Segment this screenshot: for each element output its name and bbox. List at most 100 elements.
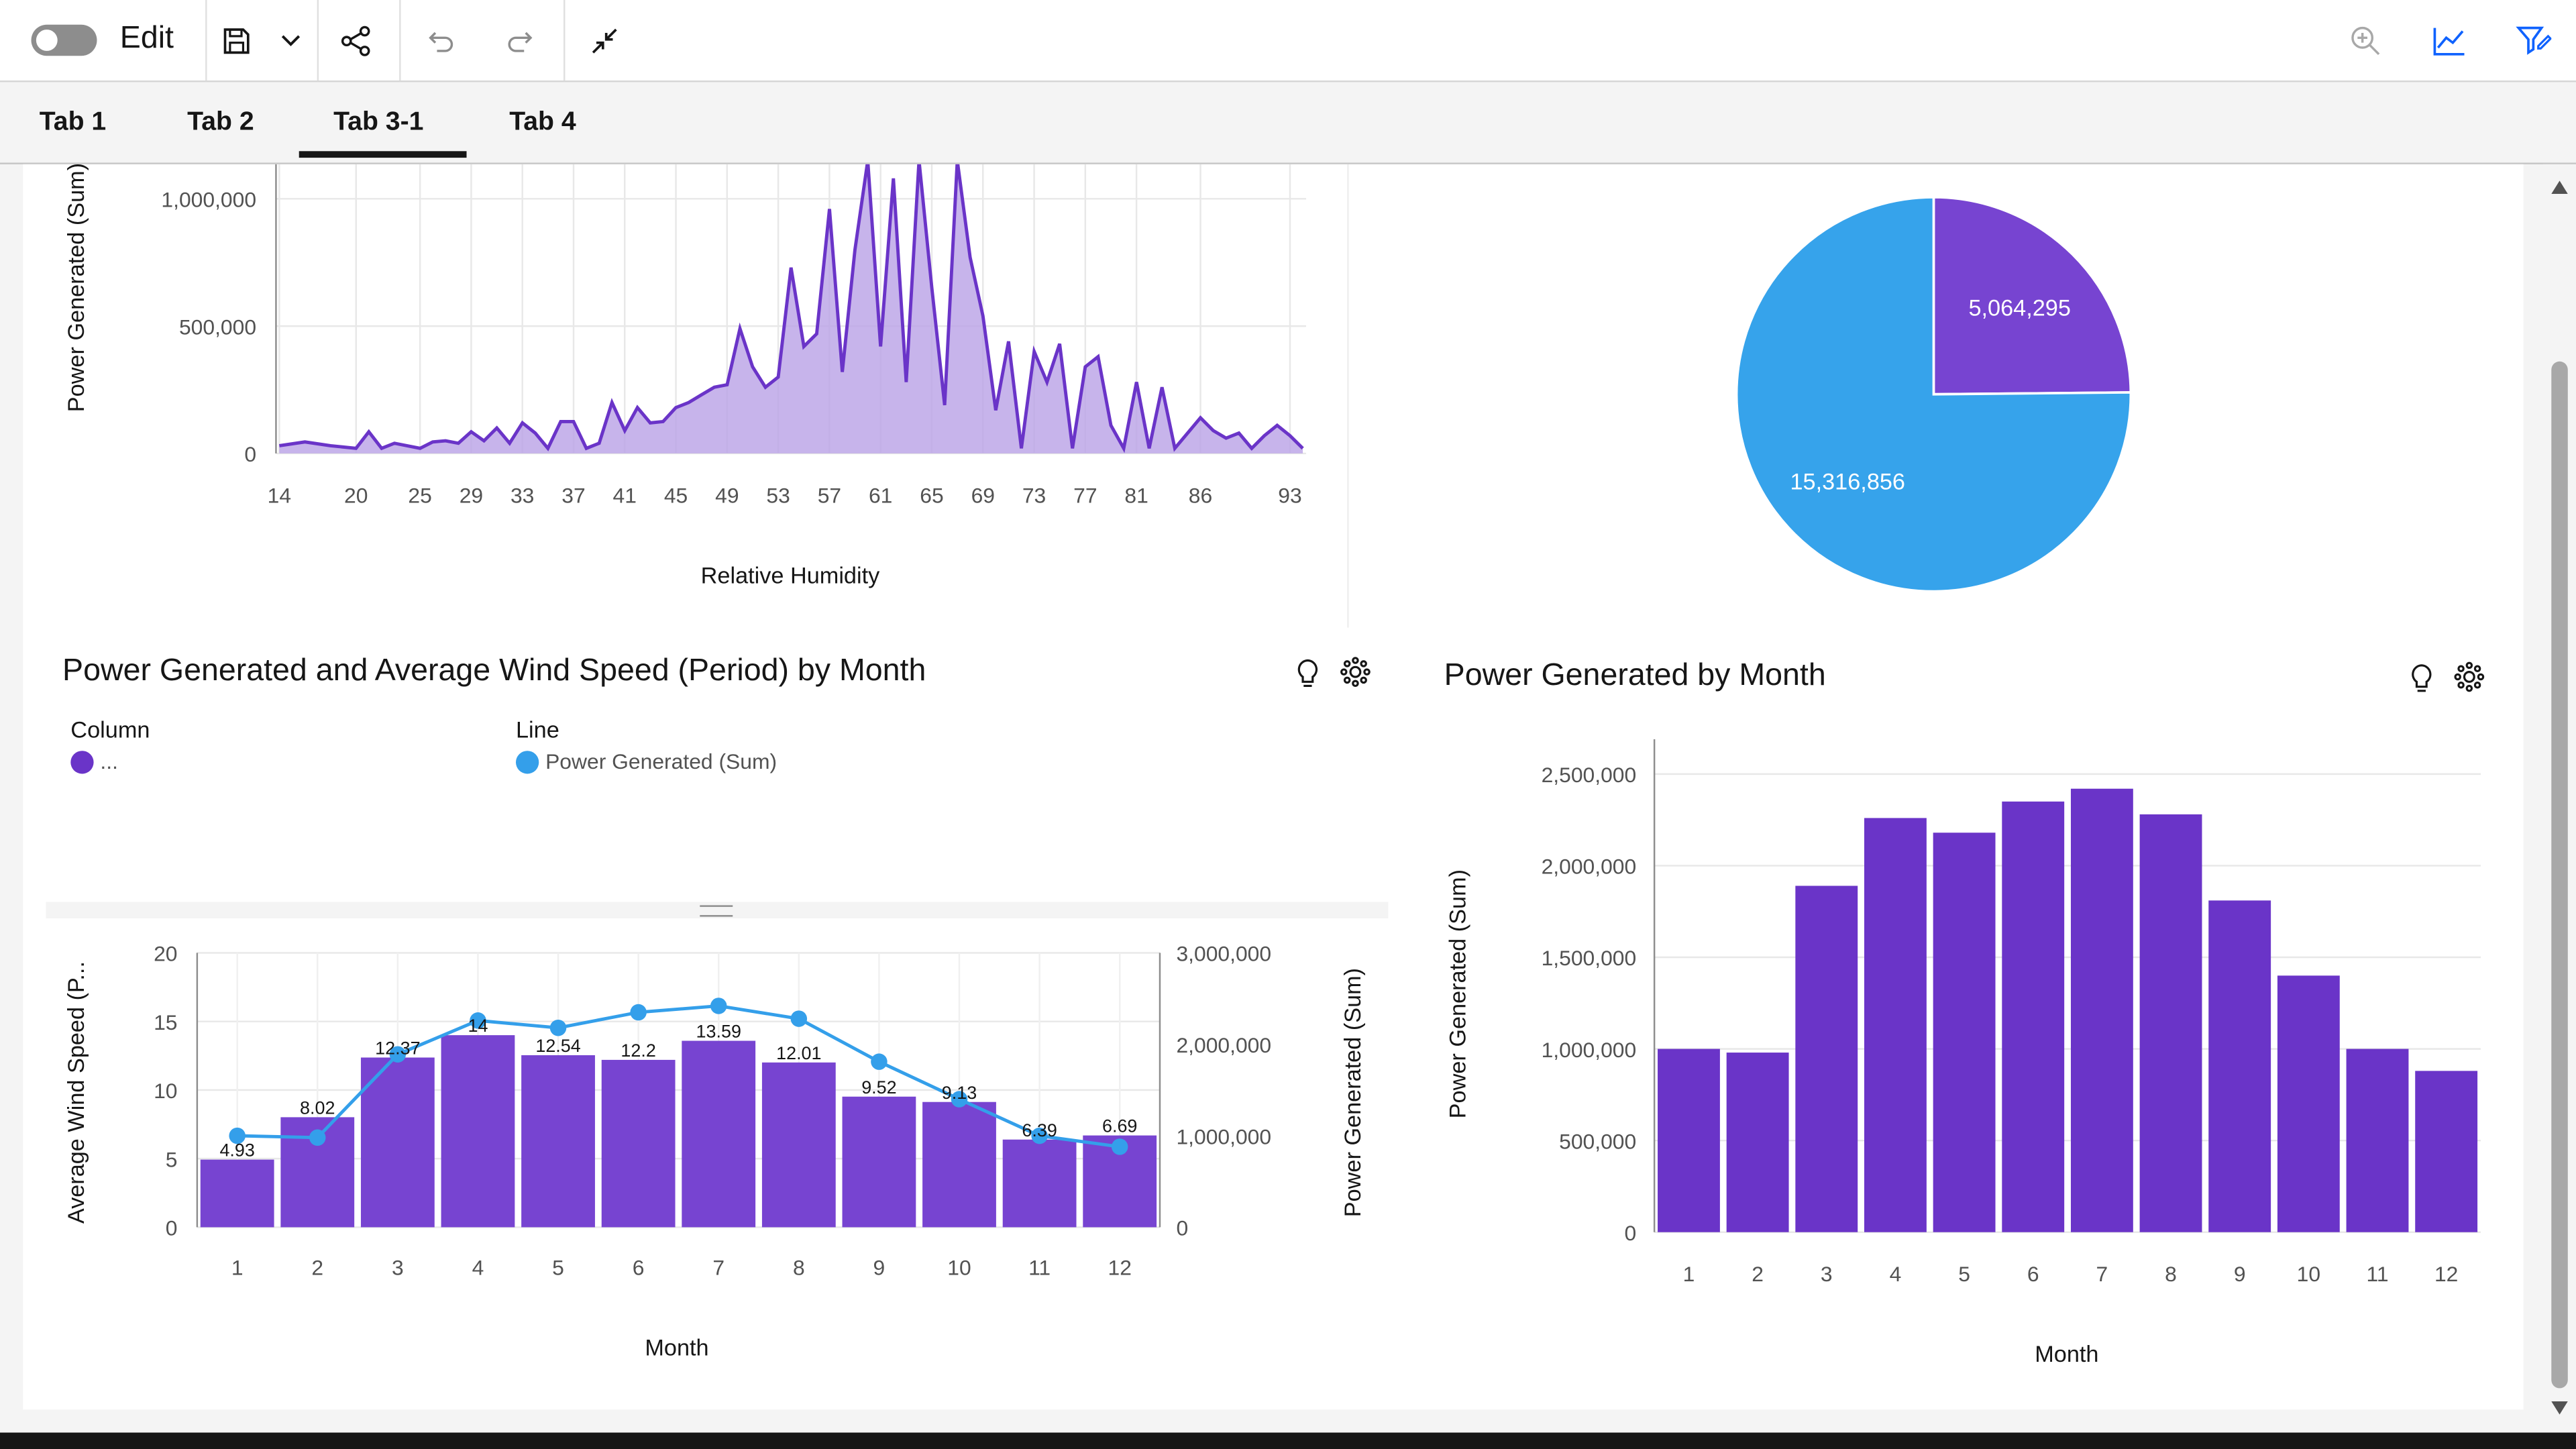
bar: [682, 1040, 756, 1228]
bar: [1795, 885, 1858, 1232]
x-tick-label: 5: [1958, 1262, 1970, 1286]
x-tick-label: 3: [1821, 1262, 1833, 1286]
x-axis-title: Relative Humidity: [701, 563, 880, 588]
settings-icon[interactable]: [1334, 651, 1377, 694]
bar: [1933, 833, 1996, 1232]
x-tick-label: 7: [2096, 1262, 2108, 1286]
toolbar-divider: [317, 0, 319, 81]
y-tick-label: 2,000,000: [1542, 855, 1637, 879]
area-fill: [279, 164, 1303, 453]
tab-1[interactable]: Tab 1: [40, 109, 106, 138]
data-label: 12.54: [535, 1036, 580, 1056]
bar-chart: 0 500,000 1,000,000 1,500,000 2,000,000 2,500…: [1446, 739, 2481, 1367]
toolbar-divider: [205, 0, 207, 81]
data-label: 13.59: [696, 1022, 741, 1042]
x-tick-label: 8: [2165, 1262, 2177, 1286]
legend-column-item[interactable]: ...: [70, 749, 118, 774]
line-chart-icon[interactable]: [2428, 19, 2471, 62]
app-root: Edit Tab 1 Tab 2 Tab 3-1 Tab 4 0 500,000…: [0, 0, 2576, 1449]
legend-line-item[interactable]: Power Generated (Sum): [515, 749, 777, 774]
bar-chart-title: Power Generated by Month: [1444, 659, 1826, 694]
bar: [1864, 818, 1927, 1232]
line-point: [790, 1010, 808, 1027]
x-tick-label: 3: [392, 1255, 404, 1279]
bar: [2415, 1071, 2478, 1232]
toolbar: Edit: [0, 0, 2576, 83]
tab-3-1[interactable]: Tab 3-1: [333, 109, 423, 138]
line-point: [710, 998, 727, 1014]
drag-handle-icon: [700, 905, 733, 917]
data-label: 12.01: [776, 1043, 821, 1063]
tab-bar: Tab 1 Tab 2 Tab 3-1 Tab 4: [0, 82, 2576, 164]
data-label: 12.2: [621, 1040, 655, 1061]
bottom-bar: [0, 1432, 2576, 1449]
y-tick-label: 2,500,000: [1542, 763, 1637, 787]
collapse-icon[interactable]: [583, 19, 626, 62]
x-tick-label: 33: [511, 483, 534, 507]
tab-2[interactable]: Tab 2: [187, 109, 254, 138]
y-tick-label: 500,000: [1559, 1129, 1636, 1153]
bar: [2002, 801, 2065, 1232]
bar: [2139, 814, 2202, 1232]
legend-column-label: ...: [100, 749, 118, 774]
x-tick-label: 7: [712, 1255, 724, 1279]
x-tick-label: 9: [873, 1255, 885, 1279]
line-point: [549, 1019, 567, 1036]
x-tick-label: 9: [2234, 1262, 2246, 1286]
edit-toggle[interactable]: [31, 24, 97, 56]
bar: [1658, 1049, 1720, 1232]
settings-icon[interactable]: [2448, 655, 2491, 698]
bar: [2070, 788, 2133, 1232]
save-icon[interactable]: [215, 19, 258, 62]
scroll-up-icon[interactable]: [2551, 180, 2568, 194]
lightbulb-icon[interactable]: [2400, 657, 2443, 700]
y-right-tick-label: 1,000,000: [1176, 1124, 1271, 1148]
y-axis-title-left: Average Wind Speed (P...: [64, 961, 89, 1224]
y-axis-title-right: Power Generated (Sum): [1340, 968, 1366, 1217]
chevron-down-icon[interactable]: [270, 19, 313, 62]
x-tick-label: 20: [344, 483, 368, 507]
x-tick-label: 2: [311, 1255, 323, 1279]
edit-label: Edit: [119, 21, 174, 56]
share-icon[interactable]: [335, 19, 378, 62]
y-tick-label: 500,000: [179, 315, 256, 339]
x-tick-label: 11: [2366, 1262, 2388, 1286]
y-left-tick-label: 0: [166, 1216, 178, 1240]
line-point: [309, 1129, 326, 1146]
bar: [2277, 975, 2340, 1232]
x-tick-label: 2: [1752, 1262, 1764, 1286]
legend-line-label: Power Generated (Sum): [545, 749, 777, 774]
x-tick-label: 5: [552, 1255, 564, 1279]
x-tick-label: 77: [1073, 483, 1097, 507]
y-tick-label: 1,000,000: [1542, 1038, 1637, 1062]
data-label: 6.69: [1102, 1116, 1137, 1136]
scroll-down-icon[interactable]: [2551, 1401, 2568, 1415]
x-tick-label: 12: [1108, 1255, 1131, 1279]
tab-4[interactable]: Tab 4: [509, 109, 576, 138]
x-tick-label: 6: [2027, 1262, 2039, 1286]
x-tick-label: 1: [231, 1255, 244, 1279]
lightbulb-icon[interactable]: [1287, 652, 1330, 695]
zoom-icon[interactable]: [2345, 19, 2387, 62]
x-tick-label: 8: [793, 1255, 805, 1279]
filter-icon[interactable]: [2512, 19, 2555, 62]
data-label: 12.37: [375, 1038, 420, 1059]
x-tick-label: 86: [1189, 483, 1212, 507]
x-tick-label: 37: [561, 483, 585, 507]
y-axis-title: Power Generated (Sum): [1446, 869, 1471, 1118]
scroll-thumb[interactable]: [2551, 361, 2568, 1389]
toggle-knob: [36, 30, 58, 51]
resize-handle[interactable]: [46, 902, 1389, 918]
redo-icon[interactable]: [499, 19, 542, 62]
x-tick-label: 11: [1028, 1255, 1051, 1279]
slice-label: 15,316,856: [1790, 469, 1906, 494]
y-right-tick-label: 2,000,000: [1176, 1033, 1271, 1057]
combo-chart-title: Power Generated and Average Wind Speed (…: [62, 653, 926, 689]
panel-divider: [1347, 164, 1349, 628]
x-tick-label: 10: [2297, 1262, 2320, 1286]
y-left-tick-label: 5: [166, 1147, 178, 1171]
undo-icon[interactable]: [419, 19, 462, 62]
vertical-scrollbar[interactable]: [2543, 164, 2576, 1430]
x-tick-label: 41: [613, 483, 637, 507]
data-label: 9.52: [861, 1077, 896, 1097]
